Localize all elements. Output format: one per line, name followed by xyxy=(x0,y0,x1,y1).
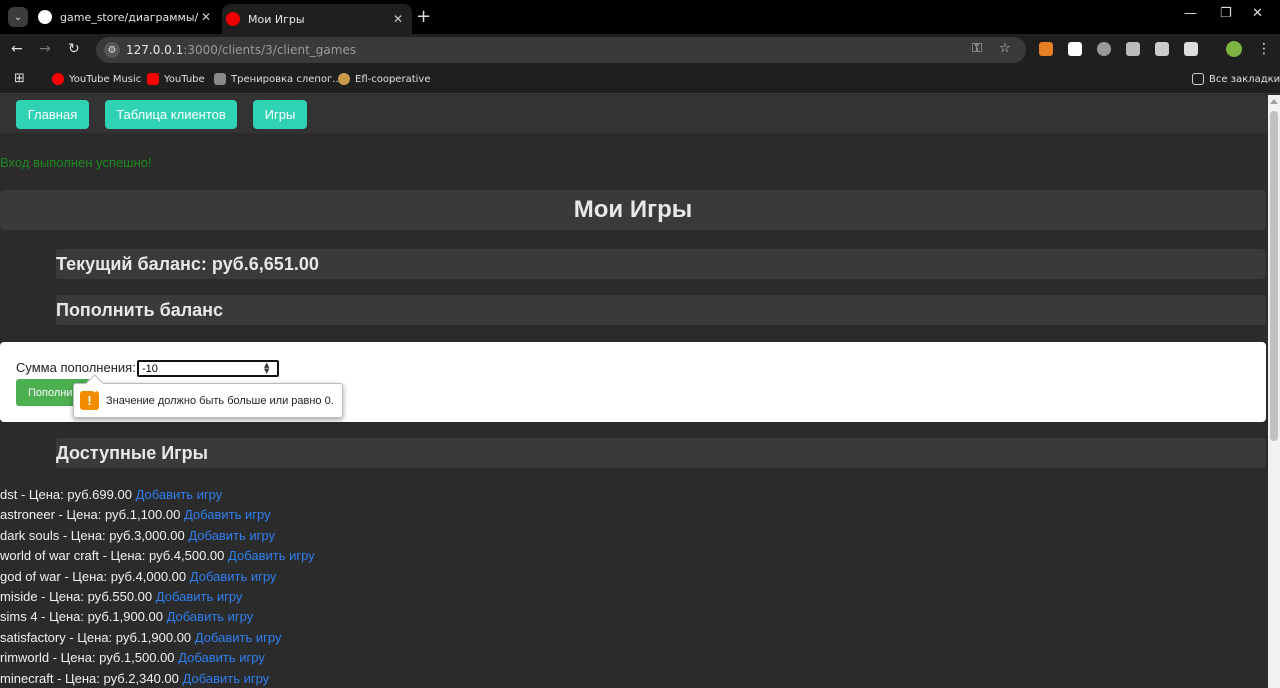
game-list-item: minecraft - Цена: руб.2,340.00 Добавить … xyxy=(0,669,800,688)
key-icon[interactable]: ⚿ xyxy=(972,41,982,56)
nav-games-link[interactable]: Игры xyxy=(253,100,307,129)
game-info: god of war - Цена: руб.4,000.00 xyxy=(0,568,187,584)
red-circle-icon xyxy=(226,12,240,26)
tab-search-button[interactable]: ⌄ xyxy=(8,7,28,27)
games-list: dst - Цена: руб.699.00 Добавить игру astr… xyxy=(0,485,800,688)
available-heading: Доступные Игры xyxy=(56,443,209,463)
rocket-icon[interactable] xyxy=(1126,42,1140,56)
add-game-link[interactable]: Добавить игру xyxy=(167,609,254,624)
topup-bar: Пополнить баланс xyxy=(56,295,1266,325)
url-text: 127.0.0.1:3000/clients/3/client_games xyxy=(126,43,357,57)
github-icon xyxy=(38,10,52,24)
browser-toolbar: ← → ↻ ⚙ 127.0.0.1:3000/clients/3/client_… xyxy=(0,34,1280,66)
globe-icon[interactable] xyxy=(1097,42,1111,56)
window-close-button[interactable]: ✕ xyxy=(1252,6,1263,21)
printer-icon[interactable] xyxy=(1155,42,1169,56)
add-game-link[interactable]: Добавить игру xyxy=(136,487,223,502)
game-list-item: god of war - Цена: руб.4,000.00 Добавить… xyxy=(0,567,800,587)
game-list-item: world of war craft - Цена: руб.4,500.00 … xyxy=(0,546,800,566)
scroll-thumb[interactable] xyxy=(1270,111,1278,441)
game-info: world of war craft - Цена: руб.4,500.00 xyxy=(0,548,225,564)
close-icon[interactable]: ✕ xyxy=(198,10,214,24)
bookmark-efl[interactable]: Efl-cooperative xyxy=(338,73,430,85)
extension-icon[interactable] xyxy=(1068,42,1082,56)
amount-input[interactable] xyxy=(137,360,279,377)
game-list-item: rimworld - Цена: руб.1,500.00 Добавить и… xyxy=(0,648,800,668)
all-bookmarks[interactable]: Все закладки xyxy=(1192,73,1280,85)
page-content: Главная Таблица клиентов Игры Вход выпол… xyxy=(0,95,1268,688)
avatar[interactable] xyxy=(1226,41,1242,57)
youtube-icon xyxy=(147,73,159,85)
metamask-icon[interactable] xyxy=(1039,42,1053,56)
puzzle-icon[interactable] xyxy=(1184,42,1198,56)
page-title: Мои Игры xyxy=(573,196,693,223)
game-list-item: dark souls - Цена: руб.3,000.00 Добавить… xyxy=(0,526,800,546)
add-game-link[interactable]: Добавить игру xyxy=(156,589,243,604)
warning-icon: ! xyxy=(80,391,99,410)
youtube-music-icon xyxy=(52,73,64,85)
bookmark-youtube-music[interactable]: YouTube Music xyxy=(52,73,141,85)
add-game-link[interactable]: Добавить игру xyxy=(228,548,315,563)
add-game-link[interactable]: Добавить игру xyxy=(190,569,277,584)
add-game-link[interactable]: Добавить игру xyxy=(178,650,265,665)
new-tab-button[interactable]: + xyxy=(416,6,431,27)
page-title-bar: Мои Игры xyxy=(0,190,1266,230)
bookmarks-bar: ⊞ YouTube Music YouTube Тренировка слепо… xyxy=(0,66,1280,94)
tab-title: Мои Игры xyxy=(248,12,305,26)
address-bar[interactable]: ⚙ 127.0.0.1:3000/clients/3/client_games … xyxy=(96,37,1026,63)
nav-clients-link[interactable]: Таблица клиентов xyxy=(105,100,237,129)
bookmark-typing[interactable]: Тренировка слепог... xyxy=(214,73,342,85)
scrollbar[interactable] xyxy=(1268,95,1280,688)
available-bar: Доступные Игры xyxy=(56,438,1266,468)
game-info: dark souls - Цена: руб.3,000.00 xyxy=(0,527,185,543)
game-info: miside - Цена: руб.550.00 xyxy=(0,588,153,604)
star-icon[interactable]: ☆ xyxy=(999,41,1011,56)
game-info: astroneer - Цена: руб.1,100.00 xyxy=(0,507,181,523)
add-game-link[interactable]: Добавить игру xyxy=(188,528,275,543)
tab-bar: ⌄ game_store/диаграммы/ER_DI ✕ Мои Игры … xyxy=(0,0,1280,34)
folder-icon xyxy=(1192,73,1204,85)
game-info: satisfactory - Цена: руб.1,900.00 xyxy=(0,629,192,645)
scroll-up-icon[interactable] xyxy=(1270,99,1278,104)
site-nav: Главная Таблица клиентов Игры xyxy=(0,95,1268,133)
add-game-link[interactable]: Добавить игру xyxy=(184,507,271,522)
game-list-item: dst - Цена: руб.699.00 Добавить игру xyxy=(0,485,800,505)
amount-label: Сумма пополнения: xyxy=(16,360,136,375)
game-list-item: miside - Цена: руб.550.00 Добавить игру xyxy=(0,587,800,607)
back-button[interactable]: ← xyxy=(11,41,23,57)
close-icon[interactable]: ✕ xyxy=(390,12,406,26)
reload-button[interactable]: ↻ xyxy=(68,41,80,57)
flash-message: Вход выполнен успешно! xyxy=(0,155,152,170)
bookmark-youtube[interactable]: YouTube xyxy=(147,73,205,85)
efl-icon xyxy=(338,73,350,85)
page-icon xyxy=(214,73,226,85)
game-list-item: satisfactory - Цена: руб.1,900.00 Добави… xyxy=(0,628,800,648)
forward-button[interactable]: → xyxy=(39,41,51,57)
apps-icon[interactable]: ⊞ xyxy=(14,71,25,86)
add-game-link[interactable]: Добавить игру xyxy=(183,671,270,686)
game-info: minecraft - Цена: руб.2,340.00 xyxy=(0,670,179,686)
validation-message: Значение должно быть больше или равно 0. xyxy=(106,394,334,407)
game-info: dst - Цена: руб.699.00 xyxy=(0,487,132,502)
add-game-link[interactable]: Добавить игру xyxy=(195,630,282,645)
site-info-icon[interactable]: ⚙ xyxy=(104,42,120,58)
restore-button[interactable]: ❐ xyxy=(1220,6,1232,21)
tab-title: game_store/диаграммы/ER_DI xyxy=(60,10,198,24)
topup-heading: Пополнить баланс xyxy=(56,300,224,320)
tab-my-games[interactable]: Мои Игры ✕ xyxy=(222,4,412,34)
balance-heading: Текущий баланс: руб.6,651.00 xyxy=(56,254,319,274)
game-info: rimworld - Цена: руб.1,500.00 xyxy=(0,650,175,666)
game-list-item: sims 4 - Цена: руб.1,900.00 Добавить игр… xyxy=(0,607,800,627)
spinner-icon[interactable]: ▲ ▼ xyxy=(264,362,269,375)
menu-icon[interactable]: ⋮ xyxy=(1257,41,1271,57)
game-info: sims 4 - Цена: руб.1,900.00 xyxy=(0,609,163,625)
validation-tooltip: ! Значение должно быть больше или равно … xyxy=(73,383,343,418)
tab-github[interactable]: game_store/диаграммы/ER_DI ✕ xyxy=(34,4,220,30)
balance-bar: Текущий баланс: руб.6,651.00 xyxy=(56,249,1266,279)
game-list-item: astroneer - Цена: руб.1,100.00 Добавить … xyxy=(0,505,800,525)
minimize-button[interactable]: — xyxy=(1184,6,1197,21)
nav-home-link[interactable]: Главная xyxy=(16,100,89,129)
